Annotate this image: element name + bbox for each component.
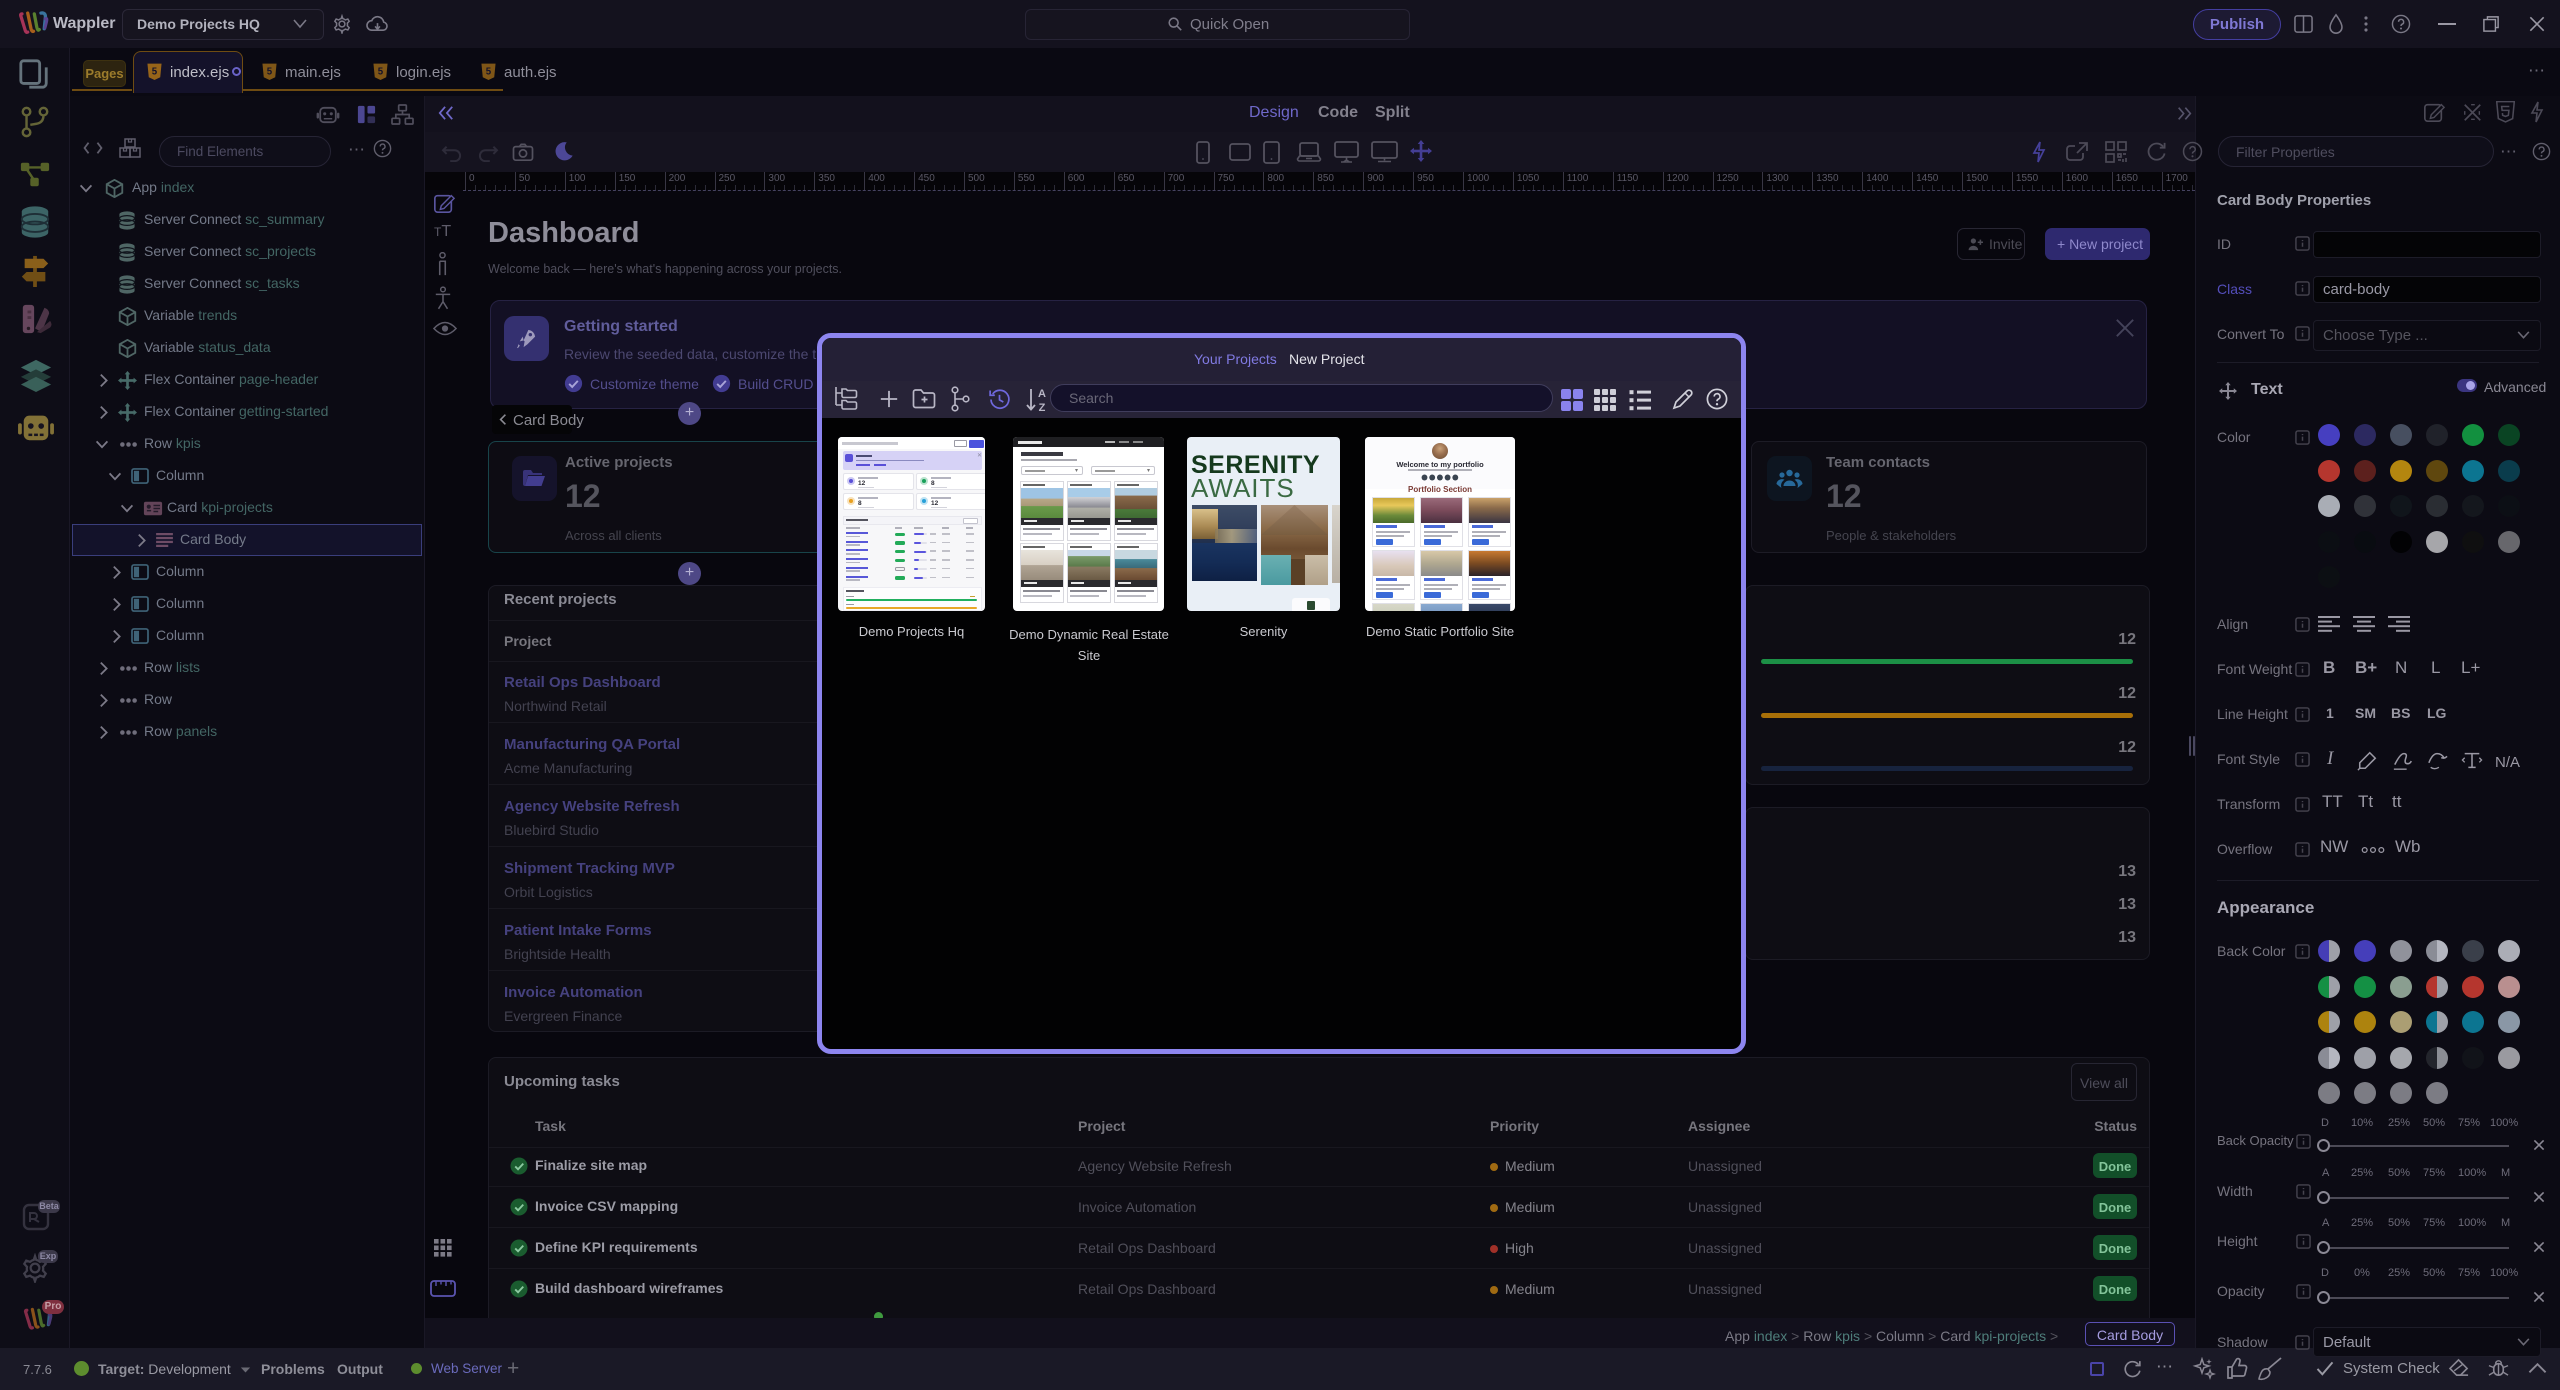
- svg-text:5: 5: [267, 67, 273, 78]
- svg-text:5: 5: [486, 67, 492, 78]
- svg-text:5: 5: [378, 67, 384, 78]
- svg-text:Z: Z: [1039, 402, 1046, 413]
- svg-text:5: 5: [152, 67, 158, 78]
- svg-text:A: A: [1038, 388, 1046, 400]
